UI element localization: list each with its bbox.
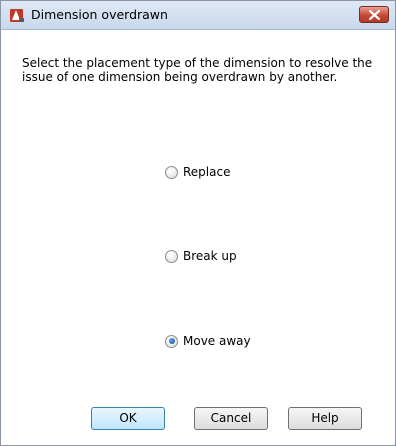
dialog-body: Select the placement type of the dimensi… (1, 30, 395, 445)
description-text: Select the placement type of the dimensi… (22, 56, 373, 84)
radio-button-selected[interactable] (165, 334, 178, 348)
radio-label: Replace (183, 165, 231, 179)
close-button[interactable] (359, 6, 389, 23)
window-title: Dimension overdrawn (31, 7, 168, 22)
ok-button[interactable]: OK (91, 407, 165, 430)
radio-label: Break up (183, 249, 237, 263)
help-button[interactable]: Help (288, 407, 362, 430)
radio-button[interactable] (165, 165, 178, 179)
close-icon (369, 10, 380, 20)
radio-break-up[interactable]: Break up (165, 247, 237, 265)
radio-label: Move away (183, 334, 251, 348)
title-bar[interactable]: Dimension overdrawn (1, 1, 395, 30)
radio-move-away[interactable]: Move away (165, 332, 251, 350)
autocad-icon (9, 7, 25, 23)
dialog-window: Dimension overdrawn Select the placement… (0, 0, 396, 446)
radio-button[interactable] (165, 249, 178, 263)
cancel-button[interactable]: Cancel (194, 407, 268, 430)
radio-replace[interactable]: Replace (165, 163, 230, 181)
